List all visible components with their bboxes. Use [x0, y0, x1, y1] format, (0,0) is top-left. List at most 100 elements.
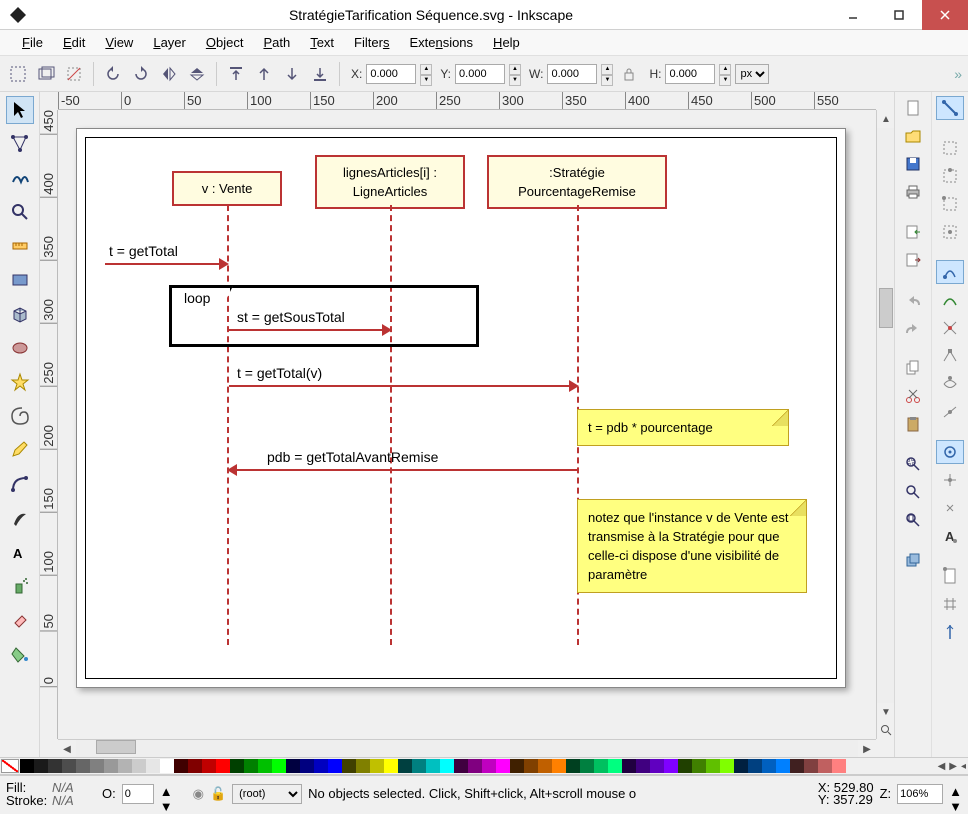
- swatch[interactable]: [384, 759, 398, 773]
- snap-smooth-icon[interactable]: [936, 372, 964, 396]
- minimize-button[interactable]: [830, 0, 876, 30]
- swatch[interactable]: [832, 759, 846, 773]
- swatch[interactable]: [482, 759, 496, 773]
- swatch[interactable]: [160, 759, 174, 773]
- paste-icon[interactable]: [899, 412, 927, 436]
- snap-edge-icon[interactable]: [936, 164, 964, 188]
- vertical-scrollbar[interactable]: ▲ ▼: [876, 110, 894, 739]
- swatch[interactable]: [188, 759, 202, 773]
- y-input[interactable]: [455, 64, 505, 84]
- swatch[interactable]: [202, 759, 216, 773]
- undo-icon[interactable]: [899, 288, 927, 312]
- swatch[interactable]: [622, 759, 636, 773]
- menu-path[interactable]: Path: [253, 32, 300, 53]
- raise-top-icon[interactable]: [224, 62, 248, 86]
- snap-midpoint-icon[interactable]: [936, 220, 964, 244]
- swatch[interactable]: [566, 759, 580, 773]
- snap-text-icon[interactable]: A: [936, 524, 964, 548]
- scroll-down-icon[interactable]: ▼: [877, 703, 894, 721]
- swatch[interactable]: [636, 759, 650, 773]
- close-button[interactable]: [922, 0, 968, 30]
- raise-icon[interactable]: [252, 62, 276, 86]
- snap-corner-icon[interactable]: [936, 192, 964, 216]
- open-icon[interactable]: [899, 124, 927, 148]
- tweak-tool[interactable]: [6, 164, 34, 192]
- swatch[interactable]: [762, 759, 776, 773]
- menu-edit[interactable]: Edit: [53, 32, 95, 53]
- zoom-input[interactable]: [897, 784, 943, 804]
- swatch[interactable]: [678, 759, 692, 773]
- duplicate-icon[interactable]: [899, 548, 927, 572]
- snap-rotation-icon[interactable]: [936, 496, 964, 520]
- swatch[interactable]: [454, 759, 468, 773]
- fill-value[interactable]: N/A: [52, 781, 96, 794]
- swatch[interactable]: [314, 759, 328, 773]
- swatch[interactable]: [692, 759, 706, 773]
- swatch[interactable]: [510, 759, 524, 773]
- swatch[interactable]: [650, 759, 664, 773]
- print-icon[interactable]: [899, 180, 927, 204]
- import-icon[interactable]: [899, 220, 927, 244]
- select-layers-icon[interactable]: [34, 62, 58, 86]
- swatch[interactable]: [286, 759, 300, 773]
- snap-guide-icon[interactable]: [936, 620, 964, 644]
- swatch[interactable]: [118, 759, 132, 773]
- swatch[interactable]: [496, 759, 510, 773]
- swatch[interactable]: [370, 759, 384, 773]
- ellipse-tool[interactable]: [6, 334, 34, 362]
- selector-tool[interactable]: [6, 96, 34, 124]
- x-input[interactable]: [366, 64, 416, 84]
- swatch[interactable]: [216, 759, 230, 773]
- swatch-none[interactable]: [1, 759, 19, 773]
- scroll-up-icon[interactable]: ▲: [877, 110, 894, 128]
- menu-help[interactable]: Help: [483, 32, 530, 53]
- swatch[interactable]: [244, 759, 258, 773]
- swatch[interactable]: [356, 759, 370, 773]
- swatch[interactable]: [608, 759, 622, 773]
- swatch[interactable]: [734, 759, 748, 773]
- bucket-tool[interactable]: [6, 640, 34, 668]
- canvas[interactable]: v : Vente lignesArticles[i] :LigneArticl…: [58, 110, 876, 739]
- swatch[interactable]: [468, 759, 482, 773]
- layer-lock-icon[interactable]: 🔓: [210, 786, 226, 802]
- menu-object[interactable]: Object: [196, 32, 254, 53]
- snap-grid-icon[interactable]: [936, 592, 964, 616]
- swatch[interactable]: [440, 759, 454, 773]
- w-input[interactable]: [547, 64, 597, 84]
- maximize-button[interactable]: [876, 0, 922, 30]
- spiral-tool[interactable]: [6, 402, 34, 430]
- swatch[interactable]: [132, 759, 146, 773]
- opacity-input[interactable]: [122, 784, 154, 804]
- redo-icon[interactable]: [899, 316, 927, 340]
- swatch[interactable]: [48, 759, 62, 773]
- deselect-icon[interactable]: [62, 62, 86, 86]
- measure-tool[interactable]: [6, 232, 34, 260]
- save-icon[interactable]: [899, 152, 927, 176]
- calligraphy-tool[interactable]: [6, 504, 34, 532]
- menu-extensions[interactable]: Extensions: [399, 32, 483, 53]
- box3d-tool[interactable]: [6, 300, 34, 328]
- snap-intersect-icon[interactable]: [936, 316, 964, 340]
- unit-select[interactable]: px: [735, 64, 769, 84]
- swatch[interactable]: [580, 759, 594, 773]
- snap-bbox-icon[interactable]: [936, 136, 964, 160]
- menu-file[interactable]: File: [12, 32, 53, 53]
- export-icon[interactable]: [899, 248, 927, 272]
- swatch[interactable]: [230, 759, 244, 773]
- swatch[interactable]: [412, 759, 426, 773]
- swatch[interactable]: [804, 759, 818, 773]
- swatch[interactable]: [90, 759, 104, 773]
- scroll-left-icon[interactable]: ◀: [58, 740, 76, 757]
- swatch[interactable]: [790, 759, 804, 773]
- menu-text[interactable]: Text: [300, 32, 344, 53]
- swatch[interactable]: [104, 759, 118, 773]
- swatch[interactable]: [146, 759, 160, 773]
- zoom-sel-icon[interactable]: [899, 452, 927, 476]
- rotate-ccw-icon[interactable]: [101, 62, 125, 86]
- layer-select[interactable]: (root): [232, 784, 302, 804]
- cut-icon[interactable]: [899, 384, 927, 408]
- menu-layer[interactable]: Layer: [143, 32, 196, 53]
- snap-node-enable-icon[interactable]: [936, 260, 964, 284]
- eraser-tool[interactable]: [6, 606, 34, 634]
- rect-tool[interactable]: [6, 266, 34, 294]
